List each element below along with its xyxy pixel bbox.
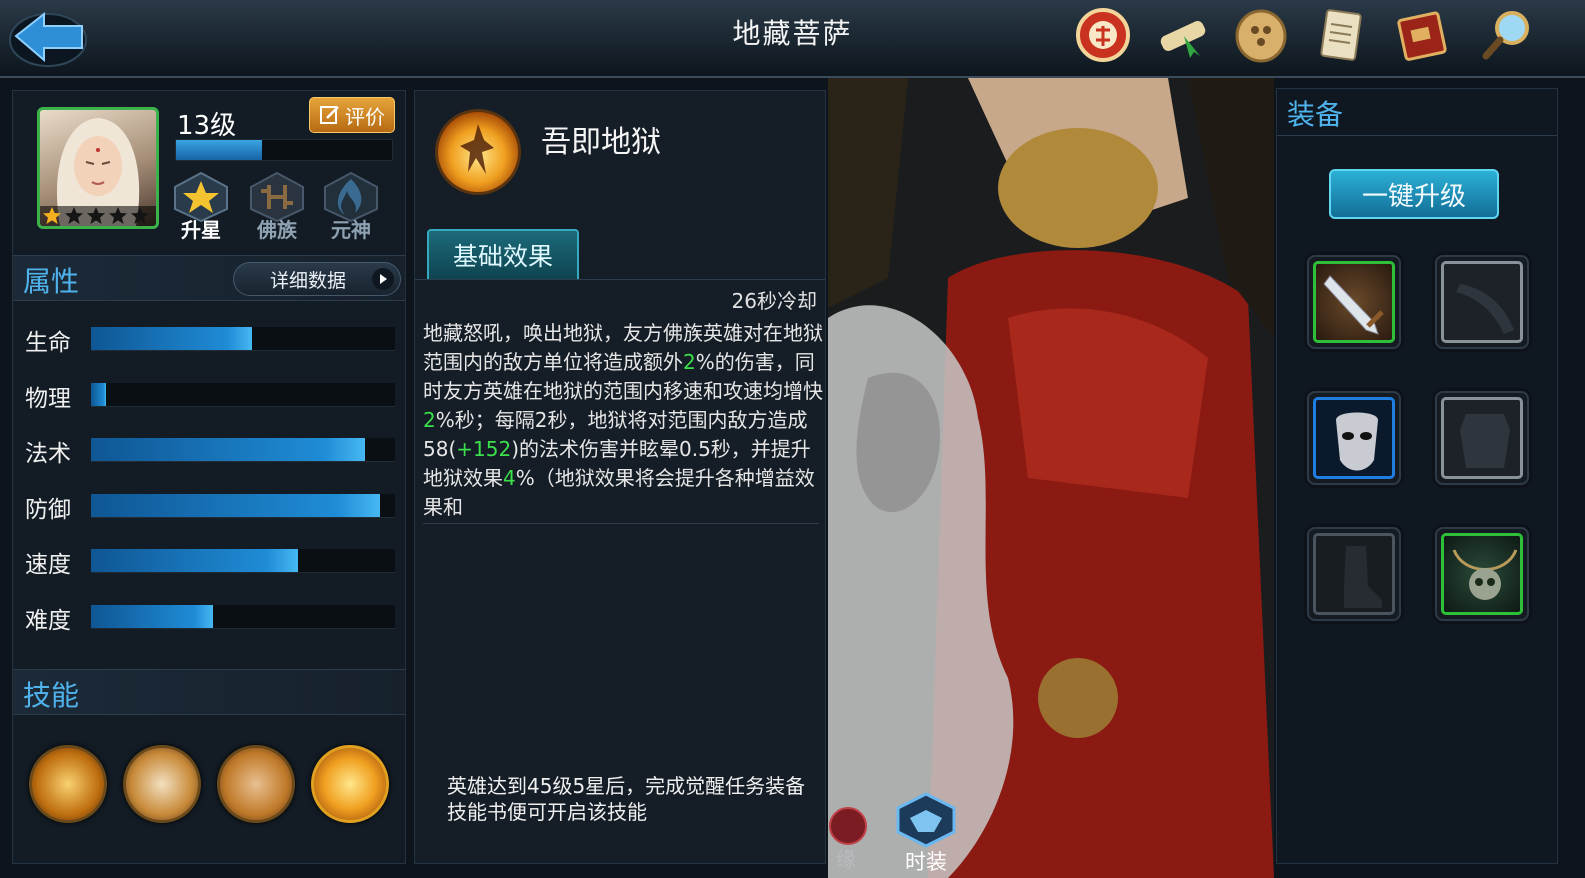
prayer-hand-skill-icon[interactable] <box>217 745 295 823</box>
star-filled-icon <box>43 207 61 224</box>
edit-icon <box>320 106 339 124</box>
skull-necklace-icon <box>1452 549 1518 600</box>
skills-title: 技能 <box>23 679 80 712</box>
rate-button-label: 评价 <box>345 104 385 129</box>
stat-bar-fill <box>91 493 380 517</box>
document-icon[interactable] <box>1312 6 1370 64</box>
hand-orb-skill-icon[interactable] <box>29 745 107 823</box>
hero-level: 13级 <box>177 111 237 141</box>
scroll-icon[interactable] <box>1154 6 1212 64</box>
stat-label: 生命 <box>25 330 71 356</box>
sword-icon <box>1323 275 1384 335</box>
stat-label: 速度 <box>25 552 71 578</box>
tab-costume-label: 时装 <box>905 850 947 874</box>
stat-bar-fill <box>91 382 107 406</box>
tab-basic-effect[interactable]: 基础效果 <box>427 229 579 279</box>
mask-equip-slot[interactable] <box>1307 391 1401 485</box>
hero-artwork <box>828 78 1274 878</box>
stat-label: 防御 <box>25 496 71 523</box>
equipment-panel: 装备 一键升级 <box>1276 88 1558 864</box>
sword-equip-slot[interactable] <box>1307 255 1401 349</box>
xp-bar <box>175 139 393 161</box>
skill-cooldown: 26秒冷却 <box>731 289 817 313</box>
xp-bar-fill <box>176 140 263 160</box>
equipment-header-divider <box>1277 135 1557 136</box>
highlight-value: 2 <box>423 408 436 432</box>
stat-bar <box>91 493 395 518</box>
stat-row: 速度 <box>13 541 405 581</box>
attributes-header: 属性 详细数据 <box>13 255 405 301</box>
stat-bar <box>91 438 395 462</box>
rate-button[interactable]: 评价 <box>309 97 395 133</box>
stat-label: 法术 <box>25 441 71 467</box>
hero-figure-illustration <box>828 78 1274 878</box>
stat-row: 防御 <box>13 486 405 526</box>
boots-equip-slot[interactable] <box>1307 527 1401 621</box>
tab-costume[interactable]: 时装 <box>890 790 962 878</box>
chevron-right-icon <box>372 268 394 290</box>
empty-boots-icon <box>1344 546 1382 608</box>
hell-flame-skill-icon[interactable] <box>311 745 389 823</box>
highlight-value: +152 <box>456 437 512 461</box>
stat-bar <box>91 549 395 573</box>
highlight-value: 4 <box>503 466 516 490</box>
highlight-value: 2 <box>683 350 696 374</box>
star-up-label: 升星 <box>181 218 221 242</box>
race-label: 佛族 <box>257 218 297 242</box>
book-icon[interactable] <box>1394 6 1452 64</box>
hero-info-panel: 13级 评价 升星 佛族 元神 属性 详细数据 生命物理法术防御速度难度 技能 <box>12 90 406 864</box>
empty-blade-icon <box>1456 284 1514 334</box>
star-empty-icon <box>109 207 127 224</box>
race-buddha-button[interactable]: 佛族 <box>245 171 309 242</box>
equipment-title: 装备 <box>1287 98 1344 131</box>
coin-icon[interactable] <box>1232 6 1290 64</box>
stat-bar <box>91 327 395 351</box>
skull-necklace-equip-slot[interactable] <box>1435 527 1529 621</box>
detail-data-button[interactable]: 详细数据 <box>233 262 401 296</box>
stat-bar-fill <box>91 604 213 628</box>
stat-label: 物理 <box>25 385 71 412</box>
stat-label: 难度 <box>25 607 71 634</box>
trial-icon[interactable] <box>1074 6 1132 64</box>
stat-bar <box>91 382 395 407</box>
stat-bar-fill <box>91 549 298 572</box>
armor-equip-slot[interactable] <box>1435 391 1529 485</box>
tab-divider <box>415 279 825 280</box>
stat-bar-fill <box>91 327 253 350</box>
costume-helmet-icon <box>896 792 956 848</box>
magnifier-icon[interactable] <box>1478 6 1536 64</box>
one-key-upgrade-button[interactable]: 一键升级 <box>1329 169 1499 219</box>
stat-bar <box>91 604 395 629</box>
blade-equip-slot[interactable] <box>1435 255 1529 349</box>
star-empty-icon <box>87 207 105 224</box>
tab-fate-label: 缘 <box>836 847 856 871</box>
hero-portrait[interactable] <box>37 107 159 229</box>
tab-fate[interactable]: 缘 <box>824 800 868 878</box>
description-divider <box>423 523 819 524</box>
stat-row: 法术 <box>13 430 405 470</box>
stat-row: 生命 <box>13 319 405 359</box>
skill-detail-panel: 吾即地狱 基础效果 26秒冷却 地藏怒吼，唤出地狱，友方佛族英雄对在地狱范围内的… <box>414 90 826 864</box>
stat-row: 难度 <box>13 597 405 637</box>
empty-armor-icon <box>1460 414 1510 468</box>
detail-data-label: 详细数据 <box>270 269 347 292</box>
awaken-requirement-note: 英雄达到45级5星后，完成觉醒任务装备技能书便可开启该技能 <box>447 774 806 824</box>
mask-icon <box>1336 412 1378 471</box>
hell-flame-skill-icon <box>435 109 521 195</box>
star-empty-icon <box>131 207 149 224</box>
spirit-button[interactable]: 元神 <box>319 171 383 242</box>
stat-row: 物理 <box>13 375 405 415</box>
star-rating <box>42 206 150 226</box>
skill-description: 地藏怒吼，唤出地狱，友方佛族英雄对在地狱范围内的敌方单位将造成额外2%的伤害，同… <box>423 319 823 522</box>
skill-name: 吾即地狱 <box>541 125 661 160</box>
top-bar: 地藏菩萨 <box>0 0 1585 78</box>
palm-strike-skill-icon[interactable] <box>123 745 201 823</box>
star-empty-icon <box>65 207 83 224</box>
star-up-button[interactable]: 升星 <box>169 171 233 242</box>
spirit-label: 元神 <box>331 218 371 242</box>
stat-bar-fill <box>91 438 365 461</box>
attributes-title: 属性 <box>23 265 80 298</box>
skills-header: 技能 <box>13 669 405 715</box>
